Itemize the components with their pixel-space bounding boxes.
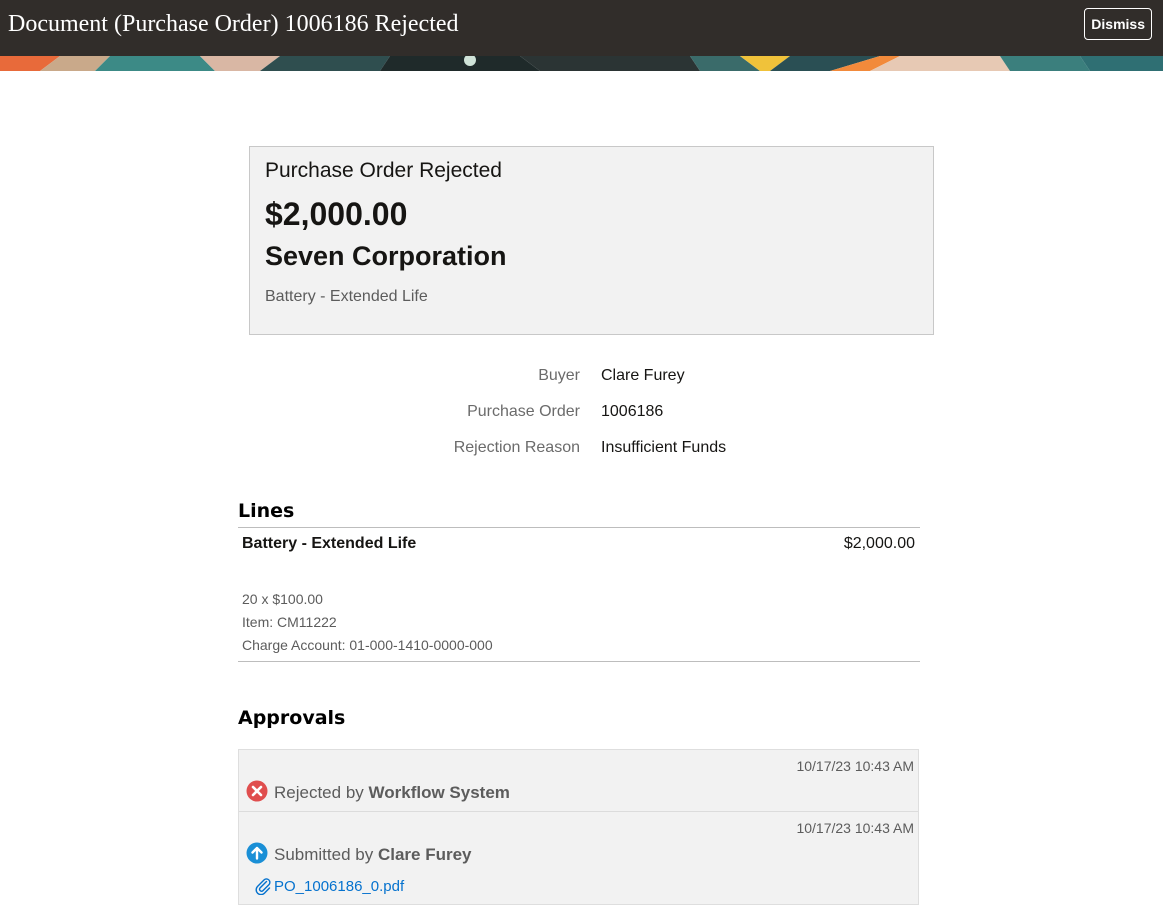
approval-actor: Clare Furey — [377, 845, 472, 864]
attachment-link[interactable]: PO_1006186_0.pdf — [255, 878, 405, 895]
line-item-quantity-price: 20 x $100.00 — [242, 591, 323, 607]
line-item-charge-account: Charge Account: 01-000-1410-0000-000 — [242, 637, 493, 653]
approval-actor: Workflow System — [368, 783, 510, 802]
summary-amount: $2,000.00 — [265, 196, 408, 232]
attachment-filename: PO_1006186_0.pdf — [274, 878, 405, 895]
rejection-reason-value: Insufficient Funds — [601, 439, 727, 456]
summary-title: Purchase Order Rejected — [265, 159, 502, 182]
approvals-list: 10/17/23 10:43 AM Rejected by Workflow S… — [238, 749, 919, 905]
line-item-name: Battery - Extended Life — [242, 535, 417, 552]
approval-entry-rejected: Rejected by Workflow System — [274, 783, 510, 803]
submitted-arrow-icon — [246, 842, 268, 864]
rejected-x-icon — [246, 780, 268, 802]
dismiss-button[interactable]: Dismiss — [1084, 8, 1152, 40]
line-item-number: Item: CM11222 — [242, 614, 337, 630]
buyer-value: Clare Furey — [601, 367, 685, 384]
paperclip-icon — [255, 878, 271, 895]
summary-card: Purchase Order Rejected $2,000.00 Seven … — [249, 146, 934, 335]
approval-divider — [239, 811, 918, 812]
buyer-label: Buyer — [538, 367, 580, 384]
approval-timestamp: 10/17/23 10:43 AM — [796, 758, 914, 774]
lines-top-divider — [238, 527, 920, 528]
lines-bottom-divider — [238, 661, 920, 662]
approval-action: Rejected by — [274, 783, 364, 802]
summary-description: Battery - Extended Life — [265, 288, 428, 305]
purchase-order-value: 1006186 — [601, 403, 664, 420]
page-title: Document (Purchase Order) 1006186 Reject… — [8, 11, 459, 37]
supplier-name: Seven Corporation — [265, 241, 507, 271]
approvals-heading: Approvals — [238, 707, 346, 729]
purchase-order-label: Purchase Order — [467, 403, 580, 420]
approval-action: Submitted by — [274, 845, 374, 864]
decorative-banner — [0, 56, 1163, 71]
line-item-amount: $2,000.00 — [843, 535, 915, 552]
rejection-reason-label: Rejection Reason — [453, 439, 580, 456]
lines-heading: Lines — [238, 500, 295, 522]
header-bar: Document (Purchase Order) 1006186 Reject… — [0, 0, 1163, 56]
approval-timestamp: 10/17/23 10:43 AM — [796, 820, 914, 836]
approval-entry-submitted: Submitted by Clare Furey — [274, 845, 472, 865]
